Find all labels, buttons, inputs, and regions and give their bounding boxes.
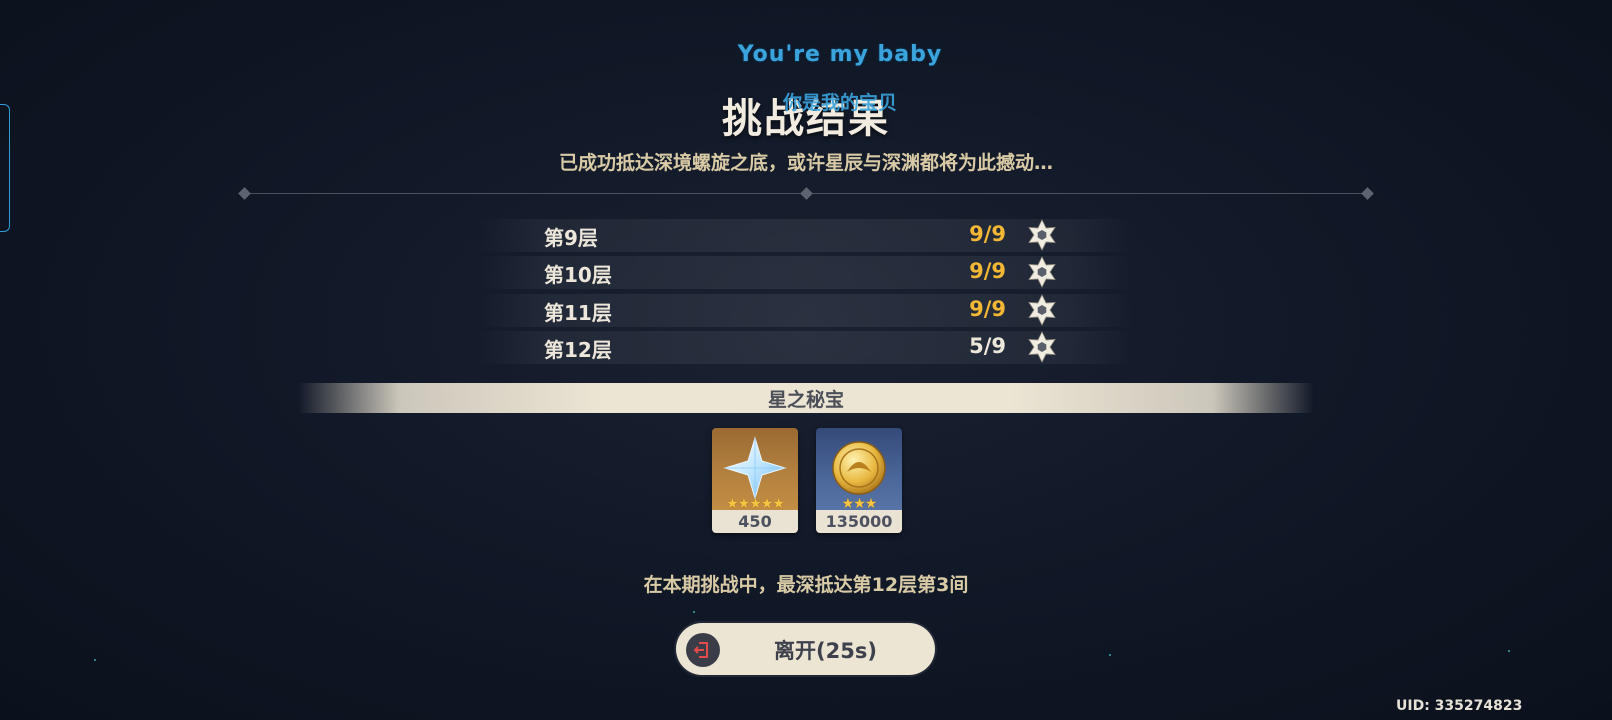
floor-row: 第9层 9/9 [478, 219, 1134, 252]
abyss-star-icon [1028, 256, 1056, 288]
leave-button-label: 离开(25s) [774, 639, 877, 663]
floor-row: 第11层 9/9 [478, 294, 1134, 327]
floor-score: 9/9 [969, 222, 1006, 246]
floor-score: 5/9 [969, 334, 1006, 358]
floor-name: 第10层 [544, 263, 612, 287]
abyss-star-icon [1028, 331, 1056, 363]
floor-row: 第10层 9/9 [478, 256, 1134, 289]
lyric-chinese: 你是我的宝贝 [782, 92, 897, 114]
floor-name: 第9层 [544, 226, 598, 250]
abyss-star-icon [1028, 294, 1056, 326]
sparkle [94, 659, 96, 661]
floor-row: 第12层 5/9 [478, 331, 1134, 364]
reward-count: 135000 [816, 510, 902, 533]
reward-card-primogem[interactable]: ★★★★★ 450 [712, 428, 798, 533]
leave-button[interactable]: 离开(25s) [676, 623, 935, 675]
page-subtitle: 已成功抵达深境螺旋之底，或许星辰与深渊都将为此撼动… [558, 152, 1053, 174]
sparkle [1508, 650, 1510, 652]
reward-title: 星之秘宝 [767, 389, 844, 411]
reward-card-mora[interactable]: ★★★ 135000 [816, 428, 902, 533]
lyric-english: You're my baby [737, 42, 943, 67]
divider [238, 186, 1374, 202]
reward-count: 450 [712, 510, 798, 533]
exit-icon [686, 633, 720, 667]
floor-name: 第12层 [544, 338, 612, 362]
floor-name: 第11层 [544, 301, 612, 325]
abyss-star-icon [1028, 219, 1056, 251]
floor-score: 9/9 [969, 259, 1006, 283]
floor-score: 9/9 [969, 297, 1006, 321]
sparkle [1109, 654, 1111, 656]
deepest-progress-text: 在本期挑战中，最深抵达第12层第3间 [643, 574, 969, 596]
sparkle [693, 611, 695, 613]
uid-label: UID: 335274823 [1396, 698, 1523, 714]
